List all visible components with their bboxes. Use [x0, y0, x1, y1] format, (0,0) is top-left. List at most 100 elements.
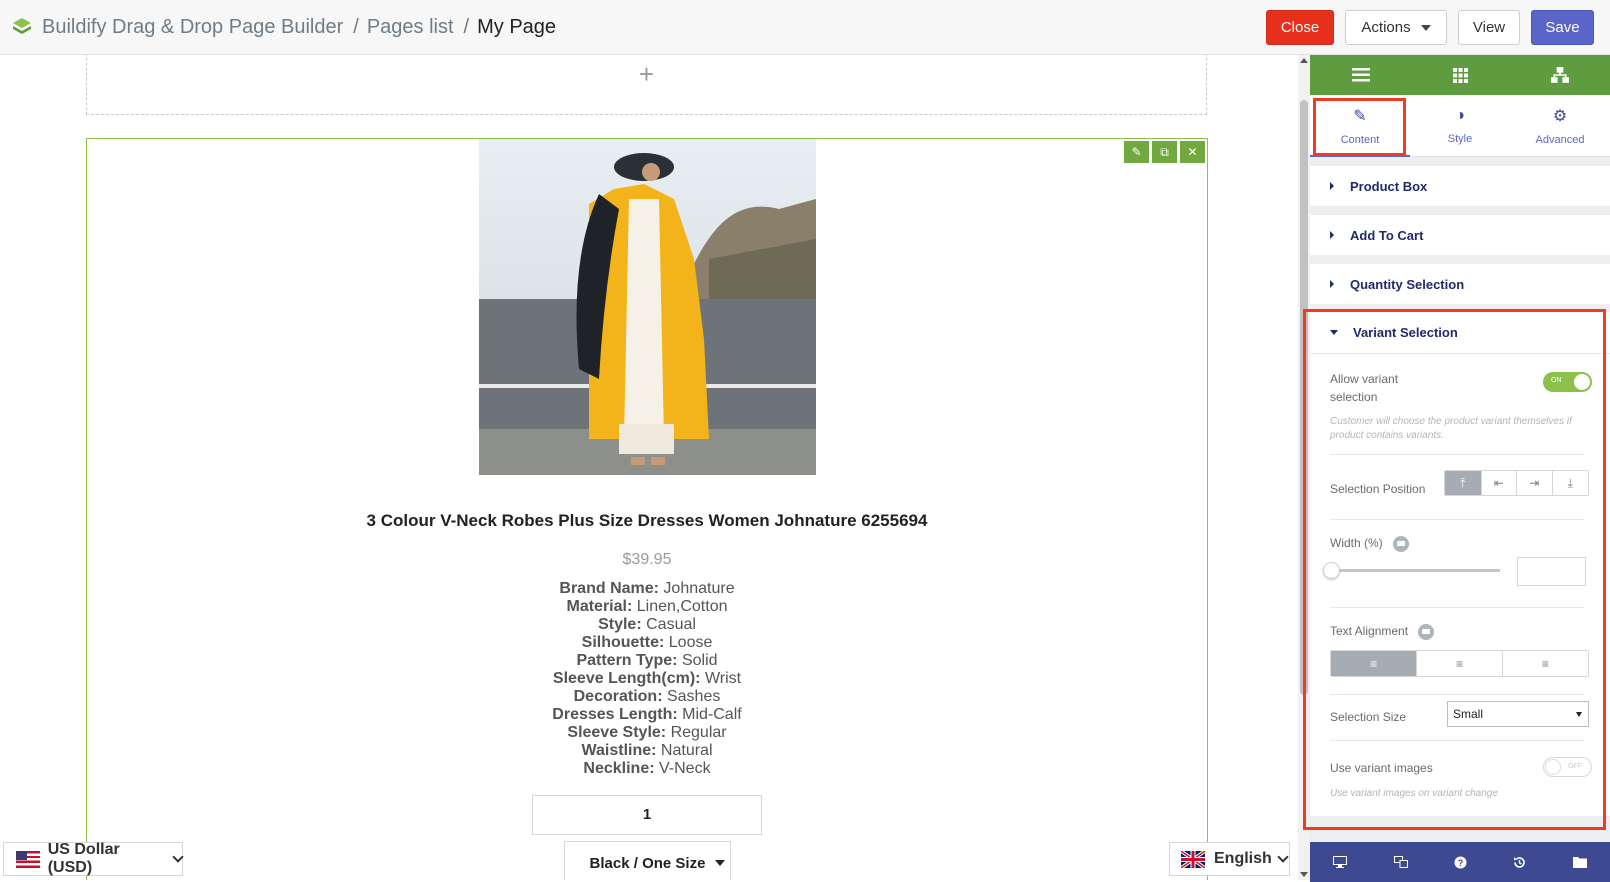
position-bottom-icon[interactable]: ⤓: [1551, 471, 1588, 495]
us-flag-icon: [16, 850, 40, 868]
selection-size-select[interactable]: Small: [1447, 701, 1589, 727]
top-bar: Buildify Drag & Drop Page Builder / Page…: [0, 0, 1610, 55]
position-right-icon[interactable]: ⇥: [1516, 471, 1552, 495]
width-number-input[interactable]: [1517, 557, 1586, 586]
caret-right-icon: [1330, 231, 1334, 239]
caret-down-icon: [1420, 24, 1431, 31]
use-variant-images-description: Use variant images on variant change: [1330, 788, 1498, 799]
align-right-icon[interactable]: ≡: [1501, 651, 1588, 676]
product-box-widget[interactable]: ✎ ⧉ ✕ 3 Colour V-Neck Robes Plus Size Dr…: [86, 138, 1208, 880]
section-add-to-cart[interactable]: Add To Cart: [1310, 215, 1610, 255]
tab-advanced[interactable]: ⚙ Advanced: [1510, 95, 1610, 156]
allow-variant-label: Allow variant selection: [1330, 372, 1399, 404]
empty-section-dropzone[interactable]: +: [86, 55, 1207, 115]
position-top-icon[interactable]: ⤒: [1445, 471, 1481, 495]
responsive-mode-icon[interactable]: [1393, 856, 1408, 868]
section-label: Variant Selection: [1353, 325, 1458, 340]
panel-footer: ?: [1310, 842, 1610, 882]
delete-widget-icon[interactable]: ✕: [1180, 141, 1205, 163]
section-variant-selection[interactable]: Variant Selection: [1310, 312, 1610, 354]
language-selector[interactable]: English: [1169, 842, 1290, 876]
navigator-sitemap-icon[interactable]: [1550, 67, 1569, 83]
product-description: Brand Name: Johnature Material: Linen,Co…: [87, 580, 1207, 778]
app-title-link[interactable]: Buildify Drag & Drop Page Builder: [42, 16, 343, 39]
width-label: Width (%): [1330, 536, 1409, 552]
edit-widget-icon[interactable]: ✎: [1124, 141, 1149, 163]
panel-top-nav: [1310, 55, 1610, 95]
spec-row: Dresses Length: Mid-Calf: [552, 706, 742, 723]
breadcrumb: Buildify Drag & Drop Page Builder / Page…: [42, 16, 556, 39]
tab-content[interactable]: ✎ Content: [1310, 95, 1410, 157]
pages-list-link[interactable]: Pages list: [367, 16, 454, 39]
scroll-thumb[interactable]: [1300, 100, 1308, 695]
add-section-icon[interactable]: +: [639, 59, 654, 90]
spec-row: Pattern Type: Solid: [576, 652, 718, 669]
text-alignment-group: ≡ ≡ ≡: [1330, 650, 1589, 677]
selection-position-group: ⤒ ⇤ ⇥ ⤓: [1444, 470, 1589, 496]
page-title: My Page: [477, 15, 557, 38]
spec-row: Waistline: Natural: [581, 742, 713, 759]
align-left-icon[interactable]: ≡: [1331, 651, 1417, 676]
variant-select[interactable]: Black / One Size: [564, 841, 731, 880]
section-label: Product Box: [1350, 178, 1428, 194]
page-canvas: + ✎ ⧉ ✕ 3 Colour V-Neck Robes Plus Size …: [0, 55, 1298, 880]
canvas-scrollbar[interactable]: [1298, 55, 1310, 880]
text-alignment-label: Text Alignment: [1330, 624, 1435, 640]
caret-down-icon: [715, 860, 725, 866]
selection-position-label: Selection Position: [1330, 482, 1426, 496]
widgets-grid-icon[interactable]: [1452, 67, 1468, 83]
quantity-input[interactable]: 1: [532, 795, 762, 835]
svg-text:?: ?: [1458, 858, 1464, 868]
history-icon[interactable]: [1513, 856, 1526, 869]
pencil-icon: ✎: [1353, 107, 1367, 125]
spec-row: Material: Linen,Cotton: [566, 598, 728, 615]
tab-style[interactable]: ◑ Style: [1410, 95, 1510, 156]
section-quantity-selection[interactable]: Quantity Selection: [1310, 264, 1610, 304]
product-title: 3 Colour V-Neck Robes Plus Size Dresses …: [366, 511, 928, 530]
currency-label: US Dollar (USD): [47, 841, 120, 876]
tab-style-label: Style: [1447, 132, 1473, 145]
align-center-icon[interactable]: ≡: [1416, 651, 1502, 676]
desktop-icon[interactable]: [1333, 856, 1348, 868]
actions-dropdown-button[interactable]: Actions: [1345, 10, 1447, 45]
breadcrumb-separator: /: [463, 15, 470, 38]
product-image: [479, 139, 816, 475]
section-product-box[interactable]: Product Box: [1310, 166, 1610, 206]
caret-down-icon: [1576, 712, 1582, 717]
allow-variant-description: Customer will choose the product variant…: [1330, 416, 1572, 441]
chevron-down-icon: [1277, 851, 1289, 863]
spec-row: Silhouette: Loose: [581, 634, 713, 651]
allow-variant-toggle[interactable]: ON: [1543, 372, 1592, 392]
tab-content-label: Content: [1340, 133, 1380, 146]
menu-icon[interactable]: [1351, 68, 1370, 82]
save-button[interactable]: Save: [1531, 10, 1594, 45]
scroll-down-arrow-icon[interactable]: [1300, 872, 1308, 877]
spec-row: Decoration: Sashes: [573, 688, 721, 705]
width-slider-handle[interactable]: [1323, 562, 1340, 579]
selection-size-label: Selection Size: [1330, 710, 1407, 724]
responsive-info-icon[interactable]: [1392, 536, 1409, 552]
currency-selector[interactable]: US Dollar (USD): [3, 841, 184, 876]
contrast-icon: ◑: [1455, 106, 1465, 124]
position-left-icon[interactable]: ⇤: [1480, 471, 1516, 495]
panel-tabs: ✎ Content ◑ Style ⚙ Advanced: [1310, 95, 1610, 157]
caret-right-icon: [1330, 182, 1334, 190]
scroll-up-arrow-icon[interactable]: [1300, 58, 1308, 63]
actions-label: Actions: [1361, 19, 1411, 36]
responsive-info-icon[interactable]: [1418, 624, 1435, 640]
view-button[interactable]: View: [1458, 10, 1520, 45]
spec-row: Neckline: V-Neck: [583, 760, 711, 777]
spec-row: Sleeve Style: Regular: [567, 724, 727, 741]
use-variant-images-label: Use variant images: [1330, 761, 1433, 775]
help-icon[interactable]: ?: [1454, 856, 1467, 869]
buildify-logo-icon: [13, 18, 31, 34]
use-variant-images-toggle[interactable]: OFF: [1543, 757, 1592, 777]
duplicate-widget-icon[interactable]: ⧉: [1152, 141, 1177, 163]
close-button[interactable]: Close: [1266, 10, 1334, 45]
widget-toolbar: ✎ ⧉ ✕: [1124, 141, 1205, 163]
section-label: Quantity Selection: [1350, 276, 1465, 292]
width-slider-track[interactable]: [1330, 569, 1500, 572]
uk-flag-icon: [1181, 850, 1205, 868]
caret-right-icon: [1330, 280, 1334, 288]
folder-icon[interactable]: [1572, 856, 1587, 868]
